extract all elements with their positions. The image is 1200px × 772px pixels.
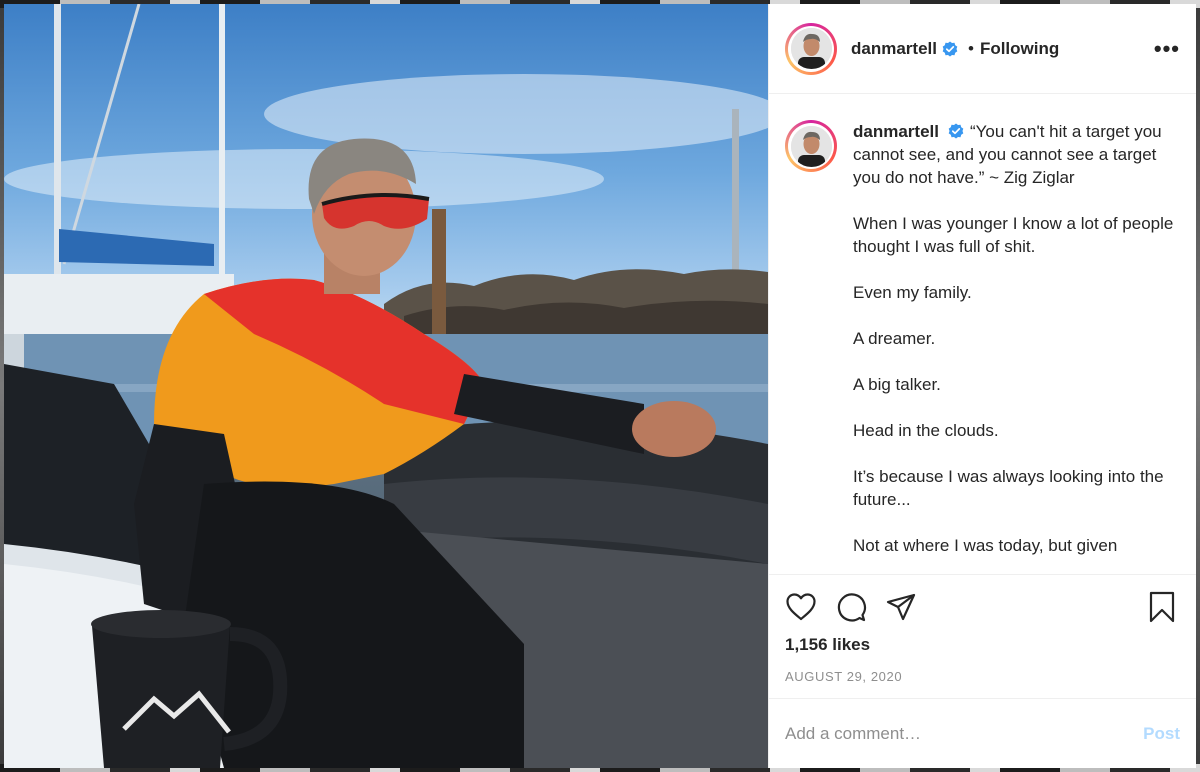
action-icons-row (785, 589, 1180, 625)
following-button[interactable]: Following (980, 39, 1059, 59)
caption-text: danmartell “You can't hit a target you c… (853, 120, 1180, 574)
photo-illustration (4, 4, 768, 768)
caption-paragraph: A big talker. (853, 375, 941, 394)
caption-paragraph: When I was younger I know a lot of peopl… (853, 214, 1174, 256)
post-date[interactable]: AUGUST 29, 2020 (785, 669, 1180, 684)
caption-paragraph: Head in the clouds. (853, 421, 999, 440)
comment-input[interactable] (785, 723, 1144, 744)
post-photo[interactable] (4, 4, 768, 768)
comment-icon[interactable] (835, 591, 867, 623)
post-side-panel: danmartell • Following ••• danmartell “Y… (768, 4, 1196, 768)
avatar-image (790, 125, 832, 167)
verified-badge-icon (942, 41, 958, 57)
caption-section: danmartell “You can't hit a target you c… (769, 94, 1196, 574)
post-header: danmartell • Following ••• (769, 4, 1196, 94)
avatar[interactable] (785, 22, 837, 75)
caption-username-link[interactable]: danmartell (853, 122, 939, 141)
header-user-info: danmartell • Following (851, 39, 1059, 59)
comment-form: Post (769, 698, 1196, 768)
caption-paragraph: Not at where I was today, but given (853, 536, 1118, 555)
post-comment-button[interactable]: Post (1143, 724, 1180, 744)
likes-count[interactable]: 1,156 likes (785, 635, 1180, 655)
caption-paragraph: danmartell “You can't hit a target you c… (853, 122, 1162, 187)
caption-paragraph: It’s because I was always looking into t… (853, 467, 1164, 509)
bookmark-icon[interactable] (1148, 591, 1176, 623)
separator-dot: • (967, 38, 974, 58)
username-link[interactable]: danmartell (851, 39, 937, 59)
post-modal: danmartell • Following ••• danmartell “Y… (4, 4, 1196, 768)
caption-paragraph: Even my family. (853, 283, 972, 302)
caption-paragraph: A dreamer. (853, 329, 936, 348)
caption-avatar[interactable] (785, 120, 837, 172)
avatar-image (790, 28, 832, 69)
share-icon[interactable] (885, 592, 917, 622)
more-options-icon[interactable]: ••• (1154, 36, 1180, 62)
heart-icon[interactable] (785, 592, 817, 622)
verified-badge-icon (948, 123, 964, 139)
post-actions: 1,156 likes AUGUST 29, 2020 (769, 574, 1196, 698)
